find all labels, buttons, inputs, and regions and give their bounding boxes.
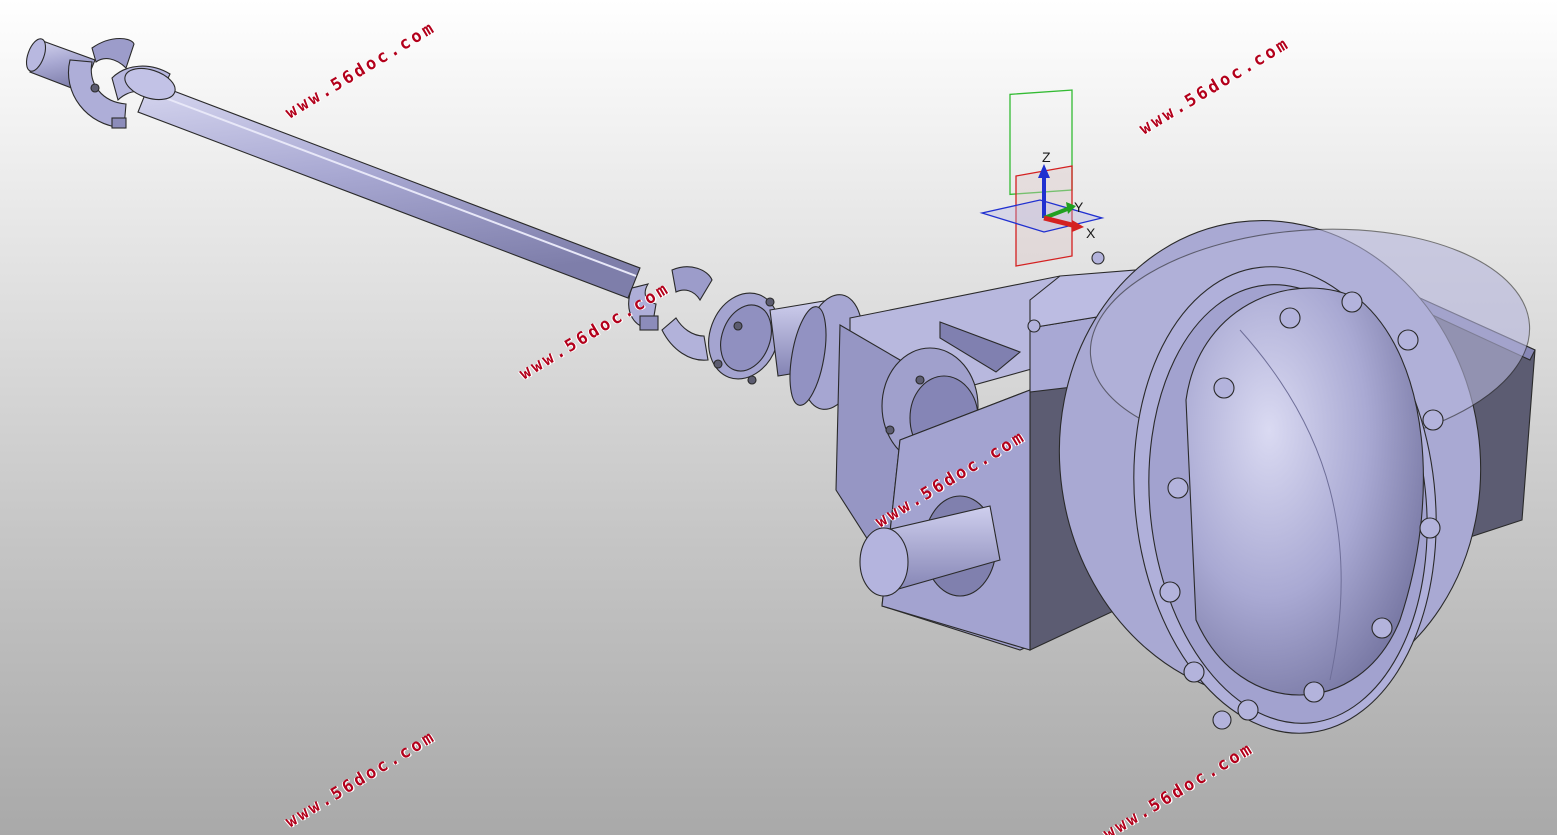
z-axis-label: Z <box>1042 149 1051 165</box>
x-axis-label: X <box>1086 225 1096 241</box>
coordinate-compass-triad[interactable]: Z Y X <box>979 89 1105 267</box>
cad-3d-viewport[interactable]: Z Y X www.56doc.com www.56doc.com www.56… <box>0 0 1557 835</box>
y-axis-label: Y <box>1074 199 1084 215</box>
drive-axle-assembly-model[interactable]: Z Y X <box>0 0 1557 835</box>
